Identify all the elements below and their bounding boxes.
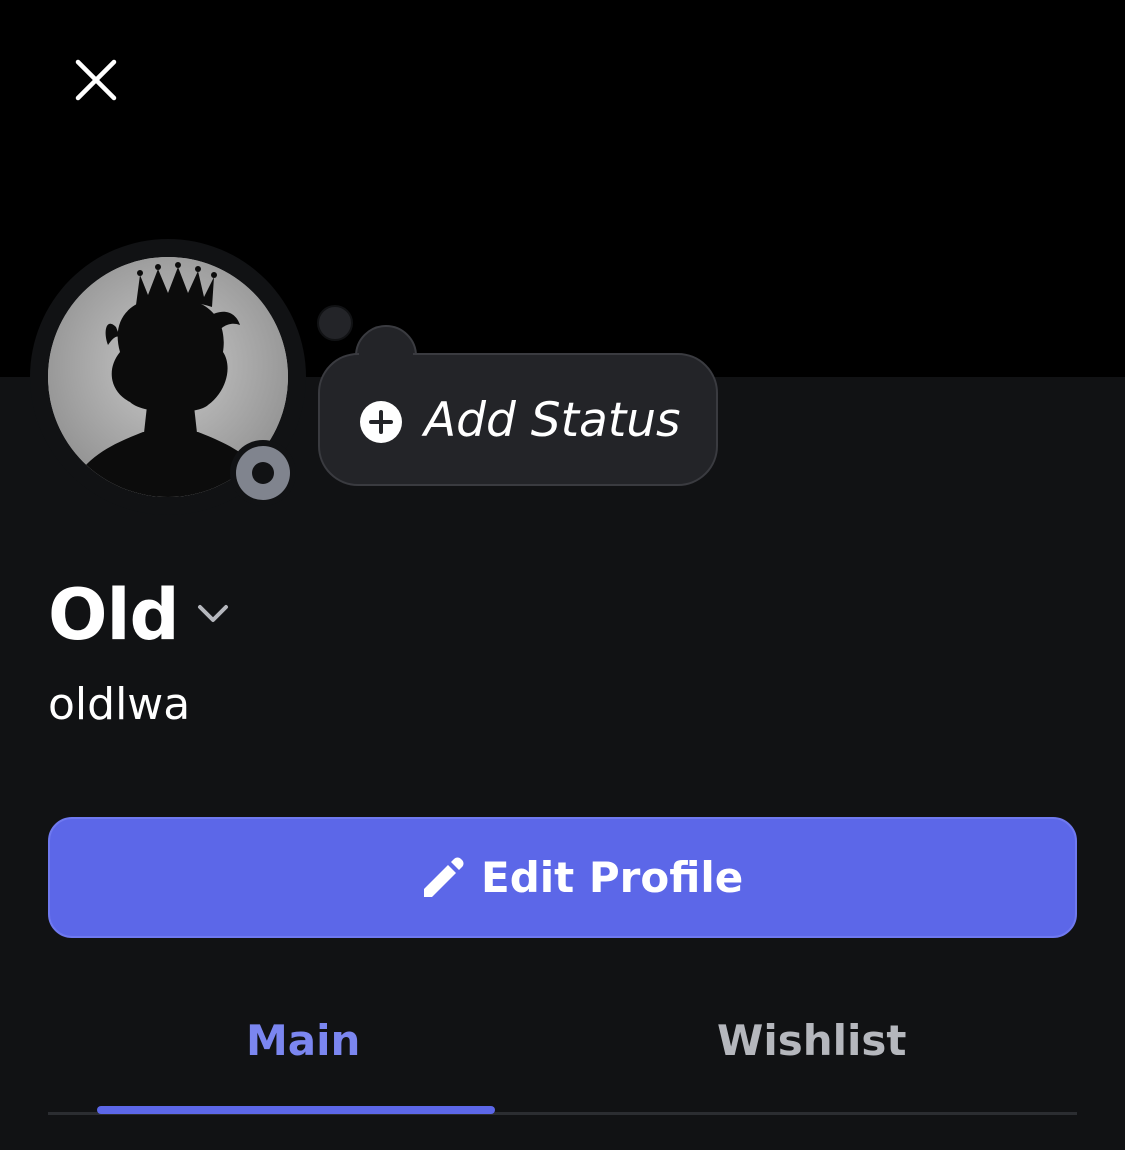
pencil-icon <box>424 857 464 897</box>
display-name: Old <box>48 574 180 656</box>
presence-status-hole <box>252 462 274 484</box>
active-tab-indicator <box>97 1106 495 1114</box>
close-button[interactable] <box>66 50 126 110</box>
thought-bubble-joint <box>359 350 413 380</box>
chevron-down-icon[interactable] <box>194 599 232 629</box>
close-icon <box>75 59 117 101</box>
username: oldlwa <box>48 679 191 730</box>
add-status-label: Add Status <box>424 393 681 448</box>
plus-circle-icon <box>360 401 402 443</box>
tab-wishlist[interactable]: Wishlist <box>717 1010 907 1072</box>
profile-page: Add Status Old oldlwa Edit Profile Main … <box>0 0 1125 1150</box>
edit-profile-label: Edit Profile <box>481 853 744 902</box>
thought-bubble-small-dot <box>317 305 353 341</box>
tab-main[interactable]: Main <box>246 1010 360 1072</box>
